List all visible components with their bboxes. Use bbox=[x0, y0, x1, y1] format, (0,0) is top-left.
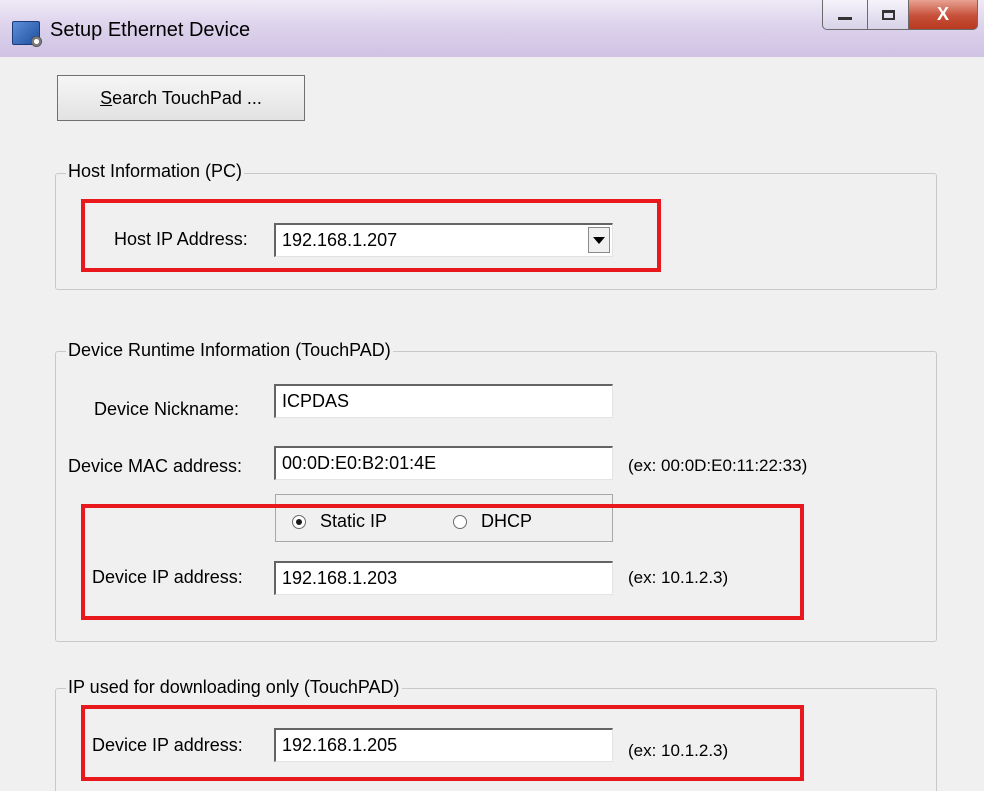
caption-buttons: X bbox=[822, 0, 978, 30]
mac-value: 00:0D:E0:B2:01:4E bbox=[282, 453, 437, 473]
minimize-icon bbox=[838, 17, 852, 20]
search-touchpad-button[interactable]: Search TouchPad ... bbox=[57, 75, 305, 121]
mac-label: Device MAC address: bbox=[68, 456, 243, 476]
nickname-field[interactable]: ICPDAS bbox=[274, 384, 613, 418]
app-icon bbox=[12, 21, 42, 47]
download-ip-legend: IP used for downloading only (TouchPAD) bbox=[66, 677, 402, 698]
maximize-icon bbox=[881, 9, 895, 20]
close-icon: X bbox=[936, 4, 949, 24]
close-button[interactable]: X bbox=[909, 0, 978, 30]
mac-hint: (ex: 00:0D:E0:11:22:33) bbox=[628, 456, 808, 475]
mac-field[interactable]: 00:0D:E0:B2:01:4E bbox=[274, 446, 613, 480]
nickname-label: Device Nickname: bbox=[94, 399, 240, 419]
minimize-button[interactable] bbox=[822, 0, 868, 30]
setup-ethernet-window: Setup Ethernet Device X Search TouchPad … bbox=[0, 0, 984, 791]
highlight-box-download-ip bbox=[81, 705, 804, 781]
nickname-value: ICPDAS bbox=[282, 391, 350, 411]
window-title: Setup Ethernet Device bbox=[50, 19, 251, 41]
host-info-legend: Host Information (PC) bbox=[66, 161, 245, 182]
runtime-info-legend: Device Runtime Information (TouchPAD) bbox=[66, 340, 393, 361]
title-bar[interactable]: Setup Ethernet Device X bbox=[0, 0, 984, 57]
highlight-box-device-ip bbox=[81, 504, 804, 620]
search-button-accel: S bbox=[100, 87, 113, 108]
highlight-box-host bbox=[81, 199, 661, 272]
maximize-button[interactable] bbox=[868, 0, 909, 30]
search-button-label: earch TouchPad ... bbox=[112, 87, 262, 108]
